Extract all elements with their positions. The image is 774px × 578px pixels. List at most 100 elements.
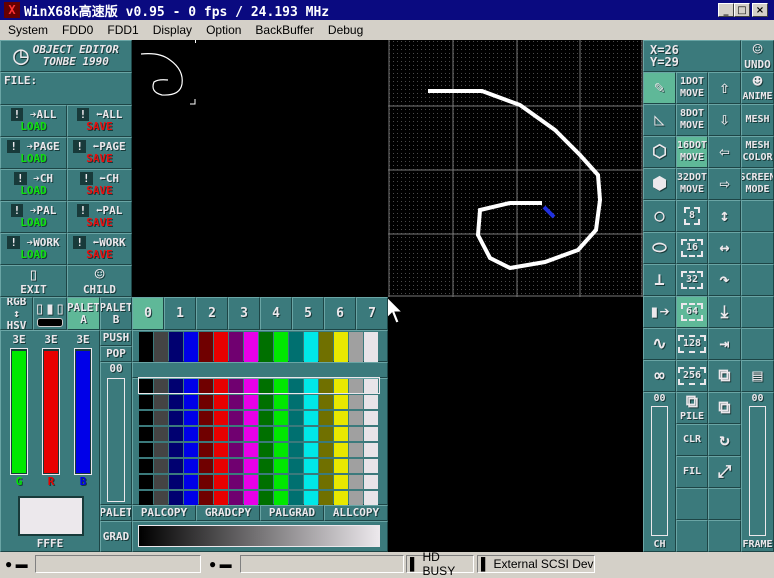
palette-cell[interactable] xyxy=(289,475,303,489)
load-page-button[interactable]: ǃ ➔PAGE LOAD xyxy=(0,137,67,169)
palette-cell[interactable] xyxy=(244,475,258,489)
palette-cell[interactable] xyxy=(259,491,273,505)
palette-cell[interactable] xyxy=(199,459,213,473)
palette-cell[interactable] xyxy=(154,475,168,489)
anime-button[interactable]: ☻ ANIME xyxy=(741,72,774,104)
palette-cell[interactable] xyxy=(139,427,153,441)
palette-cell[interactable] xyxy=(244,427,258,441)
palette-cell[interactable] xyxy=(154,411,168,425)
triangle-button[interactable]: ◺ xyxy=(643,104,676,136)
palette-cell[interactable] xyxy=(214,411,228,425)
palette-cell[interactable] xyxy=(304,427,318,441)
palette-cell[interactable] xyxy=(334,443,348,457)
frame-slider[interactable] xyxy=(749,406,766,536)
palette-cell[interactable] xyxy=(199,491,213,505)
palette-cell[interactable] xyxy=(169,395,183,409)
palette-cell[interactable] xyxy=(154,491,168,505)
exit-button[interactable]: ▯ EXIT xyxy=(0,265,67,297)
palette-cell[interactable] xyxy=(199,395,213,409)
load-work-button[interactable]: ǃ ➔WORK LOAD xyxy=(0,233,67,265)
pencil-button[interactable]: ✎ xyxy=(643,72,676,104)
palette-cell[interactable] xyxy=(289,443,303,457)
minimize-button[interactable]: _ xyxy=(718,3,734,17)
palette-tab-3[interactable]: 3 xyxy=(228,297,260,330)
palette-cell[interactable] xyxy=(319,427,333,441)
palette-cell[interactable] xyxy=(319,475,333,489)
size-128-button[interactable]: 128 xyxy=(676,328,708,360)
flip-horizontal-button[interactable]: ↔ xyxy=(708,232,741,264)
palette-cell[interactable] xyxy=(184,411,198,425)
palette-cell[interactable] xyxy=(154,459,168,473)
palette-cell[interactable] xyxy=(319,491,333,505)
palette-color-13[interactable] xyxy=(334,332,348,362)
palette-cell[interactable] xyxy=(364,395,378,409)
palette-cell[interactable] xyxy=(259,395,273,409)
circle-button[interactable]: ○ xyxy=(643,200,676,232)
palette-cell[interactable] xyxy=(154,395,168,409)
flip-vertical-button[interactable]: ↕ xyxy=(708,200,741,232)
palette-cell[interactable] xyxy=(214,475,228,489)
menu-display[interactable]: Display xyxy=(145,23,198,37)
palette-color-15[interactable] xyxy=(364,332,378,362)
fill-button[interactable]: FIL xyxy=(676,456,708,488)
palette-cell[interactable] xyxy=(304,443,318,457)
screen-mode-button[interactable]: SCREEN MODE xyxy=(741,168,774,200)
palette-cell[interactable] xyxy=(214,427,228,441)
close-button[interactable]: × xyxy=(752,3,768,17)
maximize-button[interactable]: □ xyxy=(734,3,750,17)
palette-cell[interactable] xyxy=(349,427,363,441)
palette-cell[interactable] xyxy=(184,427,198,441)
palette-color-4[interactable] xyxy=(199,332,213,362)
color-mode-switch[interactable]: ▯▮▯ xyxy=(33,297,67,330)
palette-cell[interactable] xyxy=(139,443,153,457)
sprite-canvas[interactable] xyxy=(132,40,388,297)
palette-cell[interactable] xyxy=(229,459,243,473)
palette-cell[interactable] xyxy=(229,491,243,505)
palette-cell[interactable] xyxy=(154,427,168,441)
solid-cube-button[interactable]: ⬢ xyxy=(643,168,676,200)
menu-option[interactable]: Option xyxy=(198,23,247,37)
palette-color-5[interactable] xyxy=(214,332,228,362)
gradcpy-button[interactable]: GRADCPY xyxy=(196,505,260,521)
size-8-button[interactable]: 8 xyxy=(676,200,708,232)
right-button[interactable]: ⇨ xyxy=(708,168,741,200)
palette-cell[interactable] xyxy=(319,411,333,425)
palcopy-button[interactable]: PALCOPY xyxy=(132,505,196,521)
slider-b[interactable] xyxy=(74,348,92,475)
palette-cell[interactable] xyxy=(364,459,378,473)
palette-cell[interactable] xyxy=(259,427,273,441)
save-work-button[interactable]: ǃ ⬅WORK SAVE xyxy=(67,233,132,265)
undo-button[interactable]: ☺ UNDO xyxy=(741,40,774,72)
palette-cell[interactable] xyxy=(349,395,363,409)
palette-cell[interactable] xyxy=(289,411,303,425)
palette-color-9[interactable] xyxy=(274,332,288,362)
mesh-button[interactable]: MESH xyxy=(741,104,774,136)
menu-system[interactable]: System xyxy=(0,23,54,37)
palette-cell[interactable] xyxy=(289,427,303,441)
copy-2-button[interactable]: ⧉ xyxy=(708,392,741,424)
loop-button[interactable]: ∞ xyxy=(643,360,676,392)
palette-cell[interactable] xyxy=(274,491,288,505)
palette-tab-1[interactable]: 1 xyxy=(164,297,196,330)
palette-cell[interactable] xyxy=(184,475,198,489)
palette-color-1[interactable] xyxy=(154,332,168,362)
palette-color-7[interactable] xyxy=(244,332,258,362)
palette-cell[interactable] xyxy=(214,395,228,409)
palgrad-button[interactable]: PALGRAD xyxy=(260,505,324,521)
palette-cell[interactable] xyxy=(229,475,243,489)
8dot-move-button[interactable]: 8DOT MOVE xyxy=(676,104,708,136)
mesh-color-button[interactable]: MESH COLOR xyxy=(741,136,774,168)
palette-cell[interactable] xyxy=(334,427,348,441)
palette-color-6[interactable] xyxy=(229,332,243,362)
fill-bar-button[interactable]: ▮➔ xyxy=(643,296,676,328)
palette-tab-7[interactable]: 7 xyxy=(356,297,388,330)
palette-tab-5[interactable]: 5 xyxy=(292,297,324,330)
palette-cell[interactable] xyxy=(319,395,333,409)
clear-button[interactable]: CLR xyxy=(676,424,708,456)
palette-cell[interactable] xyxy=(334,459,348,473)
palette-cell[interactable] xyxy=(349,443,363,457)
palette-color-8[interactable] xyxy=(259,332,273,362)
palette-cell[interactable] xyxy=(169,475,183,489)
palette-color-2[interactable] xyxy=(169,332,183,362)
palette-tab-2[interactable]: 2 xyxy=(196,297,228,330)
